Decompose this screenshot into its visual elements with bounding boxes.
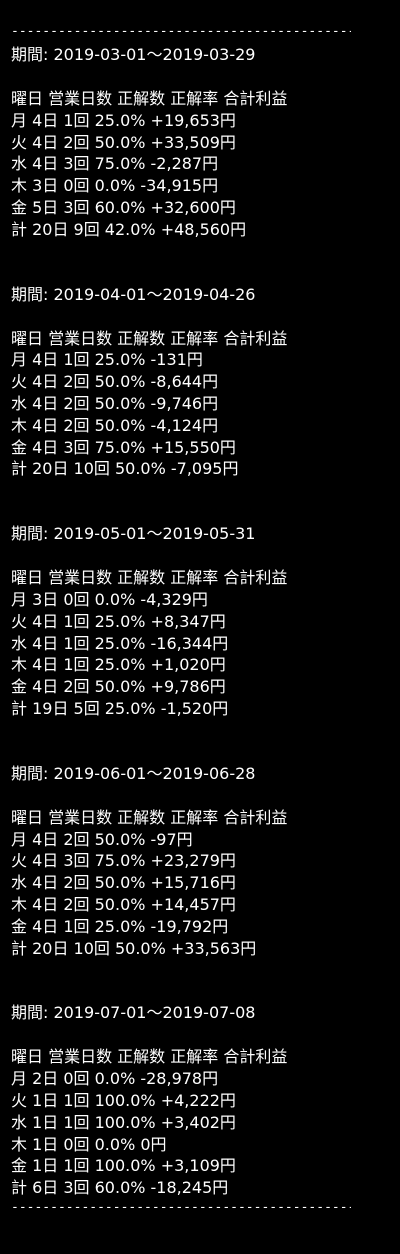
- table-header: 曜日 営業日数 正解数 正解率 合計利益: [11, 568, 288, 588]
- table-total-row: 計 20日 10回 50.0% +33,563円: [11, 938, 257, 958]
- table-row: 月 4日 2回 50.0% -97円: [11, 829, 193, 849]
- table-row: 木 4日 1回 25.0% +1,020円: [11, 655, 226, 675]
- table-row: 月 3日 0回 0.0% -4,329円: [11, 589, 208, 609]
- period-label: 期間: 2019-03-01～2019-03-29: [11, 45, 256, 64]
- table-row: 木 4日 2回 50.0% -4,124円: [11, 415, 219, 435]
- table-row: 木 4日 2回 50.0% +14,457円: [11, 894, 236, 914]
- period-block-5: 期間: 2019-07-01～2019-07-08 曜日 営業日数 正解数 正解…: [11, 1002, 396, 1199]
- top-divider: ----------------------------------------…: [11, 24, 351, 39]
- table-total-row: 計 6日 3回 60.0% -18,245円: [11, 1178, 229, 1198]
- table-row: 金 4日 1回 25.0% -19,792円: [11, 916, 229, 936]
- table-row: 火 4日 1回 25.0% +8,347円: [11, 611, 226, 631]
- period-block-1: 期間: 2019-03-01～2019-03-29 曜日 営業日数 正解数 正解…: [11, 44, 396, 241]
- table-row: 金 4日 3回 75.0% +15,550円: [11, 437, 236, 457]
- table-header: 曜日 営業日数 正解数 正解率 合計利益: [11, 328, 288, 348]
- table-row: 金 4日 2回 50.0% +9,786円: [11, 677, 226, 697]
- table-total-row: 計 20日 9回 42.0% +48,560円: [11, 219, 247, 239]
- table-row: 火 4日 3回 75.0% +23,279円: [11, 851, 236, 871]
- table-header: 曜日 営業日数 正解数 正解率 合計利益: [11, 1047, 288, 1067]
- bottom-divider: ----------------------------------------…: [11, 1199, 351, 1215]
- table-total-row: 計 20日 10回 50.0% -7,095円: [11, 459, 239, 479]
- table-header: 曜日 営業日数 正解数 正解率 合計利益: [11, 89, 288, 108]
- table-row: 月 4日 1回 25.0% +19,653円: [11, 110, 236, 130]
- table-row: 水 4日 2回 50.0% -9,746円: [11, 393, 219, 413]
- table-row: 水 1日 1回 100.0% +3,402円: [11, 1112, 236, 1132]
- table-row: 火 1日 1回 100.0% +4,222円: [11, 1090, 236, 1110]
- table-row: 木 1日 0回 0.0% 0円: [11, 1134, 167, 1154]
- table-row: 火 4日 2回 50.0% -8,644円: [11, 372, 219, 392]
- period-block-3: 期間: 2019-05-01～2019-05-31 曜日 営業日数 正解数 正解…: [11, 523, 396, 720]
- table-row: 水 4日 2回 50.0% +15,716円: [11, 873, 236, 893]
- period-block-2: 期間: 2019-04-01～2019-04-26 曜日 営業日数 正解数 正解…: [11, 284, 396, 481]
- table-row: 火 4日 2回 50.0% +33,509円: [11, 132, 236, 152]
- table-row: 金 5日 3回 60.0% +32,600円: [11, 197, 236, 217]
- period-label: 期間: 2019-04-01～2019-04-26: [11, 284, 256, 304]
- period-label: 期間: 2019-07-01～2019-07-08: [11, 1003, 256, 1023]
- period-label: 期間: 2019-05-01～2019-05-31: [11, 524, 256, 544]
- table-header: 曜日 営業日数 正解数 正解率 合計利益: [11, 807, 288, 827]
- table-row: 水 4日 1回 25.0% -16,344円: [11, 633, 229, 653]
- period-label: 期間: 2019-06-01～2019-06-28: [11, 763, 256, 783]
- table-row: 月 2日 0回 0.0% -28,978円: [11, 1069, 219, 1089]
- table-row: 木 3日 0回 0.0% -34,915円: [11, 176, 219, 196]
- table-row: 金 1日 1回 100.0% +3,109円: [11, 1156, 236, 1176]
- table-row: 水 4日 3回 75.0% -2,287円: [11, 154, 219, 174]
- table-row: 月 4日 1回 25.0% -131円: [11, 350, 203, 370]
- table-total-row: 計 19日 5回 25.0% -1,520円: [11, 698, 229, 718]
- results-document: ----------------------------------------…: [11, 24, 396, 1216]
- period-block-4: 期間: 2019-06-01～2019-06-28 曜日 営業日数 正解数 正解…: [11, 763, 396, 960]
